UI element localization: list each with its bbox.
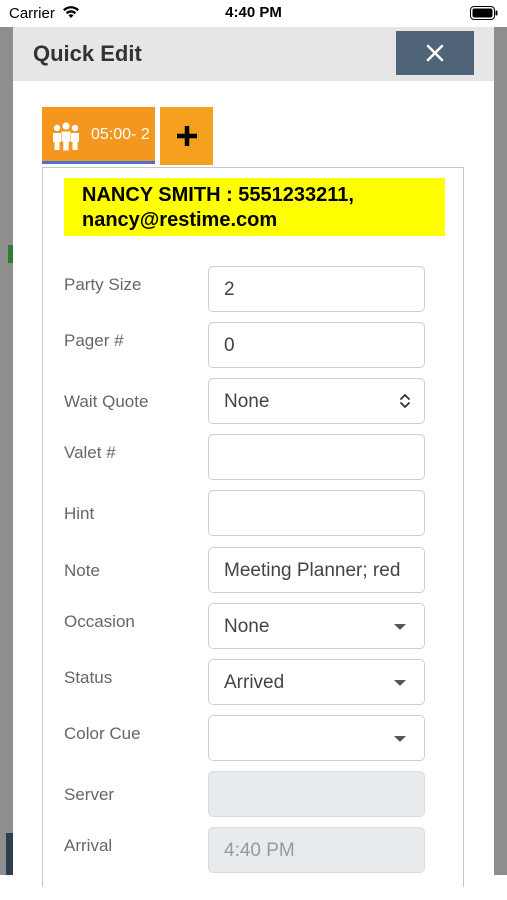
pager-label: Pager # (64, 331, 124, 350)
modal-title: Quick Edit (33, 41, 142, 66)
wait-quote-value: None (224, 391, 270, 412)
plus-icon (176, 126, 197, 146)
up-down-chevron-icon (400, 394, 410, 408)
valet-input[interactable] (208, 434, 425, 480)
dropdown-arrow-icon (394, 624, 406, 630)
note-label: Note (64, 561, 100, 580)
occasion-select[interactable]: None (208, 603, 425, 649)
modal-header: Quick Edit (13, 27, 494, 81)
hint-label: Hint (64, 504, 95, 523)
guest-name-phone: NANCY SMITH : 5551233211, (82, 184, 354, 206)
dropdown-arrow-icon (394, 680, 406, 686)
server-label: Server (64, 785, 115, 804)
wait-quote-select[interactable]: None (208, 378, 425, 424)
arrival-input: 4:40 PM (208, 827, 425, 873)
guest-email: nancy@restime.com (82, 209, 278, 231)
wait-quote-label: Wait Quote (64, 392, 149, 411)
guest-info-banner: NANCY SMITH : 5551233211, nancy@restime.… (64, 178, 445, 236)
battery-icon (470, 6, 498, 25)
hint-input[interactable] (208, 490, 425, 536)
status-label: Status (64, 668, 113, 687)
status-bar: Carrier 4:40 PM (0, 0, 507, 27)
server-input (208, 771, 425, 817)
note-input[interactable]: Meeting Planner; red (208, 547, 425, 593)
tab-party-label: 05:00- 2 (91, 126, 150, 143)
party-size-label: Party Size (64, 275, 142, 294)
color-cue-select[interactable] (208, 715, 425, 761)
party-size-input[interactable]: 2 (208, 266, 425, 312)
color-cue-label: Color Cue (64, 724, 141, 743)
valet-label: Valet # (64, 443, 116, 462)
status-value: Arrived (224, 672, 285, 693)
occasion-value: None (224, 616, 270, 637)
dropdown-arrow-icon (394, 736, 406, 742)
add-tab-button[interactable] (160, 107, 213, 165)
close-button[interactable] (396, 31, 474, 75)
clock-label: 4:40 PM (225, 4, 282, 21)
status-select[interactable]: Arrived (208, 659, 425, 705)
occasion-label: Occasion (64, 612, 135, 631)
close-icon (426, 44, 444, 62)
arrival-label: Arrival (64, 836, 113, 855)
tab-party-reservation[interactable]: 05:00- 2 (42, 107, 155, 164)
pager-input[interactable]: 0 (208, 322, 425, 368)
group-people-icon (50, 121, 82, 156)
